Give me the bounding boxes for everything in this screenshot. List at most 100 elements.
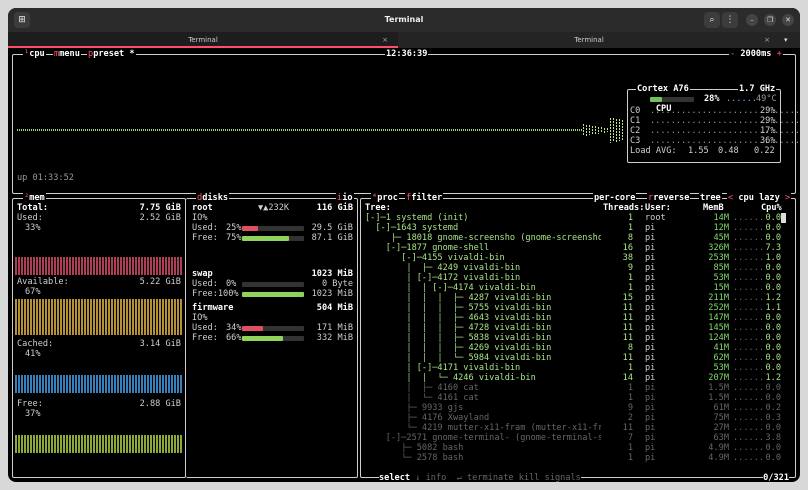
proc-tree-cell[interactable]: │ │ │ ├─ 4728 vivaldi-bin bbox=[365, 323, 601, 333]
cpu-box: ¹cpu mmenu ppreset * 12:36:39 - 2000ms +… bbox=[12, 49, 800, 194]
col-threads[interactable]: Threads: bbox=[603, 203, 644, 213]
proc-tree-cell[interactable]: │ [-]─4172 vivaldi-bin bbox=[365, 273, 601, 283]
mem-used: 2.52 GiB bbox=[139, 213, 181, 223]
tab-terminal-1[interactable]: Terminal × bbox=[8, 32, 398, 48]
mem-title[interactable]: mem bbox=[29, 193, 45, 203]
cpu-graph-dot bbox=[175, 129, 176, 131]
io-toggle[interactable]: io bbox=[342, 193, 352, 203]
cpu-graph-dot bbox=[23, 129, 24, 131]
core-label[interactable]: C0 bbox=[630, 106, 640, 116]
select-button[interactable]: select bbox=[379, 473, 410, 482]
col-tree[interactable]: Tree: bbox=[365, 203, 391, 213]
tab-close-icon[interactable]: × bbox=[764, 32, 770, 48]
core-label[interactable]: C2 bbox=[630, 126, 640, 136]
proc-tree-cell[interactable]: │ └─ 4161 cat bbox=[365, 393, 601, 403]
proc-tree-cell[interactable]: ├─ 5082 bash bbox=[365, 443, 601, 453]
mem-avail: 5.22 GiB bbox=[139, 277, 181, 287]
mem-free-label: Free: bbox=[17, 399, 43, 409]
proc-tree-cell[interactable]: [-]─1 systemd (init) bbox=[365, 213, 601, 223]
proc-tree-cell[interactable]: ├─ 9933 gjs bbox=[365, 403, 601, 413]
proc-tree-cell[interactable]: │ │ │ ├─ 5755 vivaldi-bin bbox=[365, 303, 601, 313]
proc-tree-cell[interactable]: [-]─2571 gnome-terminal- (gnome-terminal… bbox=[365, 433, 601, 443]
cpu-graph-dot bbox=[125, 129, 126, 131]
cpu-graph-dot bbox=[521, 129, 522, 131]
proc-tree-cell[interactable]: │ ├─ 4249 vivaldi-bin bbox=[365, 263, 601, 273]
cpu-graph-dot bbox=[229, 129, 230, 131]
cpu-graph-dot bbox=[163, 129, 164, 131]
tree-toggle[interactable]: tree bbox=[700, 193, 721, 203]
disk-used-bar bbox=[242, 326, 264, 331]
proc-graph: ...... bbox=[733, 233, 765, 243]
cpu-graph-dot bbox=[217, 129, 218, 131]
proc-tree-cell[interactable]: │ │ │ ├─ 4269 vivaldi-bin bbox=[365, 343, 601, 353]
reverse-toggle[interactable]: reverse bbox=[653, 193, 689, 203]
proc-mem: 4.9M bbox=[708, 443, 729, 453]
cpu-graph-dot bbox=[295, 129, 296, 131]
search-icon[interactable]: ⌕ bbox=[704, 12, 720, 28]
kill-button[interactable]: kill bbox=[519, 473, 540, 482]
terminate-button[interactable]: terminate bbox=[467, 473, 514, 482]
proc-threads: 11 bbox=[622, 303, 633, 313]
core-label[interactable]: C1 bbox=[630, 116, 640, 126]
per-core-toggle[interactable]: per-core bbox=[594, 193, 635, 203]
signals-button[interactable]: signals bbox=[545, 473, 581, 482]
proc-tree-cell[interactable]: ├─ 4176 Xwayland bbox=[365, 413, 601, 423]
proc-tree-cell[interactable]: └─ 2578 bash bbox=[365, 453, 601, 463]
filter-button[interactable]: filter bbox=[411, 193, 442, 203]
disk-free-bar bbox=[242, 236, 289, 241]
proc-tree-cell[interactable]: └─ 4219 mutter-x11-fram (mutter-x11-fram… bbox=[365, 423, 601, 433]
close-icon[interactable]: ✕ bbox=[782, 14, 794, 26]
sort-selector[interactable]: cpu lazy bbox=[738, 193, 779, 203]
proc-tree-cell[interactable]: │ │ └─ 4246 vivaldi-bin bbox=[365, 373, 601, 383]
proc-tree-cell[interactable]: │ │ │ ├─ 5838 vivaldi-bin bbox=[365, 333, 601, 343]
cpu-graph-dot bbox=[449, 129, 450, 131]
info-button[interactable]: info bbox=[426, 473, 447, 482]
interval-plus[interactable]: + bbox=[777, 49, 782, 59]
proc-tree-cell[interactable]: [-]─4155 vivaldi-bin bbox=[365, 253, 601, 263]
cpu-graph-bar bbox=[622, 119, 623, 141]
proc-user: pi bbox=[645, 303, 656, 313]
tab-close-icon[interactable]: × bbox=[382, 32, 388, 48]
disk-used: 0 Byte bbox=[321, 279, 353, 289]
interval-minus[interactable]: - bbox=[730, 49, 735, 59]
cpu-graph-dot bbox=[93, 129, 94, 131]
cpu-graph-dot bbox=[439, 129, 440, 131]
proc-tree-cell[interactable]: [-]─1643 systemd bbox=[365, 223, 601, 233]
cpu-graph-dot bbox=[479, 129, 480, 131]
col-mem[interactable]: MemB bbox=[703, 203, 724, 213]
proc-tree-cell[interactable]: ├─ 18018 gnome-screensho (gnome-screensh… bbox=[365, 233, 601, 243]
proc-threads: 1 bbox=[627, 393, 633, 403]
scroll-thumb[interactable] bbox=[781, 213, 786, 223]
proc-tree-cell[interactable]: │ │ [-]─4174 vivaldi-bin bbox=[365, 283, 601, 293]
col-user[interactable]: User: bbox=[645, 203, 671, 213]
proc-tree-cell[interactable]: │ ├─ 4160 cat bbox=[365, 383, 601, 393]
minimize-icon[interactable]: – bbox=[746, 14, 758, 26]
proc-cpu: 1.0 bbox=[765, 253, 781, 263]
cpu-graph-dot bbox=[169, 129, 170, 131]
core-label[interactable]: C3 bbox=[630, 136, 640, 146]
disk-used-track bbox=[242, 282, 304, 287]
proc-user: pi bbox=[645, 393, 656, 403]
proc-tree-cell[interactable]: │ [-]─4171 vivaldi-bin bbox=[365, 363, 601, 373]
proc-mem: 4.9M bbox=[708, 453, 729, 463]
proc-tree-cell[interactable]: [-]─1877 gnome-shell bbox=[365, 243, 601, 253]
disk-used-pct: 34% bbox=[226, 323, 242, 333]
proc-title[interactable]: proc bbox=[377, 193, 398, 203]
disks-box: ddisks iio root ▼▲232K 116 GiB IO% Used: 25% 2… bbox=[186, 193, 358, 478]
proc-threads: 8 bbox=[627, 233, 633, 243]
proc-tree-cell[interactable]: │ │ │ ├─ 4287 vivaldi-bin bbox=[365, 293, 601, 303]
tab-terminal-2[interactable]: Terminal × bbox=[398, 32, 780, 48]
col-cpu[interactable]: Cpu% bbox=[761, 203, 782, 213]
maximize-icon[interactable]: ❐ bbox=[764, 14, 776, 26]
cpu-graph-dot bbox=[569, 129, 570, 131]
menu-icon[interactable]: ⋮ bbox=[722, 12, 738, 28]
proc-scrollbar[interactable] bbox=[781, 213, 787, 467]
cpu-graph-dot bbox=[507, 129, 508, 131]
cpu-graph-dot bbox=[315, 129, 316, 131]
proc-tree-cell[interactable]: │ │ │ └─ 5984 vivaldi-bin bbox=[365, 353, 601, 363]
disks-title[interactable]: disks bbox=[202, 193, 228, 203]
cpu-graph-bar bbox=[595, 126, 596, 134]
core-graph: ............................. bbox=[650, 106, 800, 116]
tab-list-chevron-icon[interactable]: ▾ bbox=[784, 32, 788, 48]
proc-tree-cell[interactable]: │ │ │ ├─ 4643 vivaldi-bin bbox=[365, 313, 601, 323]
